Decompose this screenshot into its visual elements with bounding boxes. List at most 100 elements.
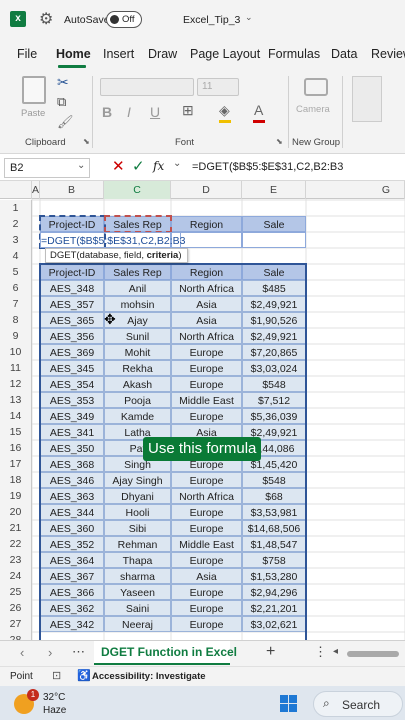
- more-options-icon[interactable]: ⋮: [314, 644, 327, 660]
- table-cell[interactable]: $3,53,981: [242, 504, 306, 520]
- table-cell[interactable]: AES_348: [40, 280, 104, 296]
- table-cell[interactable]: Neeraj: [104, 616, 171, 632]
- table-cell[interactable]: AES_352: [40, 536, 104, 552]
- table-cell[interactable]: Rehman: [104, 536, 171, 552]
- table-cell[interactable]: Mohit: [104, 344, 171, 360]
- criteria-editing-cell[interactable]: =DGET($B$5:$E$31,C2,B2:B3: [40, 232, 185, 248]
- row-header[interactable]: 4: [0, 248, 32, 264]
- row-header[interactable]: 25: [0, 584, 32, 600]
- table-cell[interactable]: Rekha: [104, 360, 171, 376]
- table-cell[interactable]: North Africa: [171, 280, 242, 296]
- table-cell[interactable]: AES_342: [40, 616, 104, 632]
- table-cell[interactable]: Yaseen: [104, 584, 171, 600]
- borders-icon[interactable]: ⊞: [182, 102, 194, 119]
- table-cell[interactable]: $3,02,621: [242, 616, 306, 632]
- insert-function-icon[interactable]: fx: [153, 159, 164, 173]
- row-header[interactable]: 20: [0, 504, 32, 520]
- enter-icon[interactable]: ✓: [132, 157, 145, 175]
- table-cell[interactable]: North Africa: [171, 328, 242, 344]
- table-cell[interactable]: AES_345: [40, 360, 104, 376]
- row-header[interactable]: 14: [0, 408, 32, 424]
- row-header[interactable]: 2: [0, 216, 32, 232]
- table-cell[interactable]: Sunil: [104, 328, 171, 344]
- table-cell[interactable]: AES_369: [40, 344, 104, 360]
- table-cell[interactable]: North Africa: [171, 488, 242, 504]
- row-header[interactable]: 18: [0, 472, 32, 488]
- table-cell[interactable]: $5,36,039: [242, 408, 306, 424]
- table-cell[interactable]: Middle East: [171, 392, 242, 408]
- menu-page-layout[interactable]: Page Layout: [190, 47, 260, 61]
- table-cell[interactable]: Europe: [171, 472, 242, 488]
- row-header[interactable]: 1: [0, 200, 32, 216]
- table-cell[interactable]: AES_349: [40, 408, 104, 424]
- table-cell[interactable]: AES_363: [40, 488, 104, 504]
- row-header[interactable]: 13: [0, 392, 32, 408]
- table-cell[interactable]: AES_362: [40, 600, 104, 616]
- taskbar-search-box[interactable]: ⌕ Search: [313, 691, 403, 717]
- table-cell[interactable]: AES_360: [40, 520, 104, 536]
- table-cell[interactable]: Saini: [104, 600, 171, 616]
- autosave-toggle[interactable]: Off: [106, 11, 142, 28]
- table-cell[interactable]: Middle East: [171, 536, 242, 552]
- windows-start-icon[interactable]: [280, 695, 297, 712]
- table-cell[interactable]: AES_356: [40, 328, 104, 344]
- dialog-launcher-icon[interactable]: ⬊: [83, 137, 90, 146]
- menu-data[interactable]: Data: [331, 47, 357, 61]
- accessibility-icon[interactable]: ♿: [77, 669, 91, 682]
- accessibility-status[interactable]: Accessibility: Investigate: [92, 671, 206, 682]
- table-cell[interactable]: AES_365: [40, 312, 104, 328]
- chevron-down-icon[interactable]: ⌄: [173, 158, 181, 169]
- table-cell[interactable]: Europe: [171, 552, 242, 568]
- table-header-cell[interactable]: Sale: [242, 264, 306, 280]
- sheet-tab-active[interactable]: DGET Function in Excel: [94, 641, 237, 665]
- table-cell[interactable]: Europe: [171, 360, 242, 376]
- row-header[interactable]: 12: [0, 376, 32, 392]
- add-sheet-icon[interactable]: +: [266, 643, 275, 661]
- row-header[interactable]: 3: [0, 232, 32, 248]
- table-cell[interactable]: $7,512: [242, 392, 306, 408]
- table-cell[interactable]: Akash: [104, 376, 171, 392]
- table-cell[interactable]: Asia: [171, 568, 242, 584]
- formula-input[interactable]: =DGET($B$5:$E$31,C2,B2:B3: [192, 161, 343, 173]
- row-header[interactable]: 19: [0, 488, 32, 504]
- table-cell[interactable]: $758: [242, 552, 306, 568]
- horizontal-scrollbar[interactable]: [347, 651, 399, 657]
- table-cell[interactable]: Anil: [104, 280, 171, 296]
- paste-button[interactable]: Paste: [18, 74, 50, 122]
- table-cell[interactable]: Europe: [171, 376, 242, 392]
- settings-gear-icon[interactable]: ⚙: [39, 9, 53, 29]
- font-size-field[interactable]: 11: [197, 78, 239, 96]
- table-cell[interactable]: $2,94,296: [242, 584, 306, 600]
- table-cell[interactable]: Sibi: [104, 520, 171, 536]
- font-name-field[interactable]: [100, 78, 194, 96]
- menu-draw[interactable]: Draw: [148, 47, 177, 61]
- menu-insert[interactable]: Insert: [103, 47, 134, 61]
- chevron-left-icon[interactable]: ‹: [20, 645, 24, 660]
- row-header[interactable]: 8: [0, 312, 32, 328]
- table-cell[interactable]: $485: [242, 280, 306, 296]
- dialog-launcher-icon[interactable]: ⬊: [276, 137, 283, 146]
- row-header[interactable]: 24: [0, 568, 32, 584]
- table-cell[interactable]: Ajay Singh: [104, 472, 171, 488]
- row-header[interactable]: 26: [0, 600, 32, 616]
- table-cell[interactable]: $548: [242, 472, 306, 488]
- row-header[interactable]: 23: [0, 552, 32, 568]
- table-cell[interactable]: $2,21,201: [242, 600, 306, 616]
- table-cell[interactable]: $2,49,921: [242, 296, 306, 312]
- table-cell[interactable]: Asia: [171, 296, 242, 312]
- column-header-e[interactable]: E: [242, 181, 306, 199]
- table-cell[interactable]: Pooja: [104, 392, 171, 408]
- table-cell[interactable]: $3,03,024: [242, 360, 306, 376]
- italic-icon[interactable]: I: [127, 104, 131, 120]
- row-header[interactable]: 15: [0, 424, 32, 440]
- scroll-left-icon[interactable]: ◂: [333, 646, 338, 657]
- column-header-d[interactable]: D: [171, 181, 242, 199]
- row-header[interactable]: 17: [0, 456, 32, 472]
- table-cell[interactable]: AES_368: [40, 456, 104, 472]
- table-header-cell[interactable]: Project-ID: [40, 264, 104, 280]
- row-header[interactable]: 28: [0, 632, 32, 640]
- table-cell[interactable]: Dhyani: [104, 488, 171, 504]
- table-cell[interactable]: $1,53,280: [242, 568, 306, 584]
- table-cell[interactable]: AES_346: [40, 472, 104, 488]
- table-cell[interactable]: sharma: [104, 568, 171, 584]
